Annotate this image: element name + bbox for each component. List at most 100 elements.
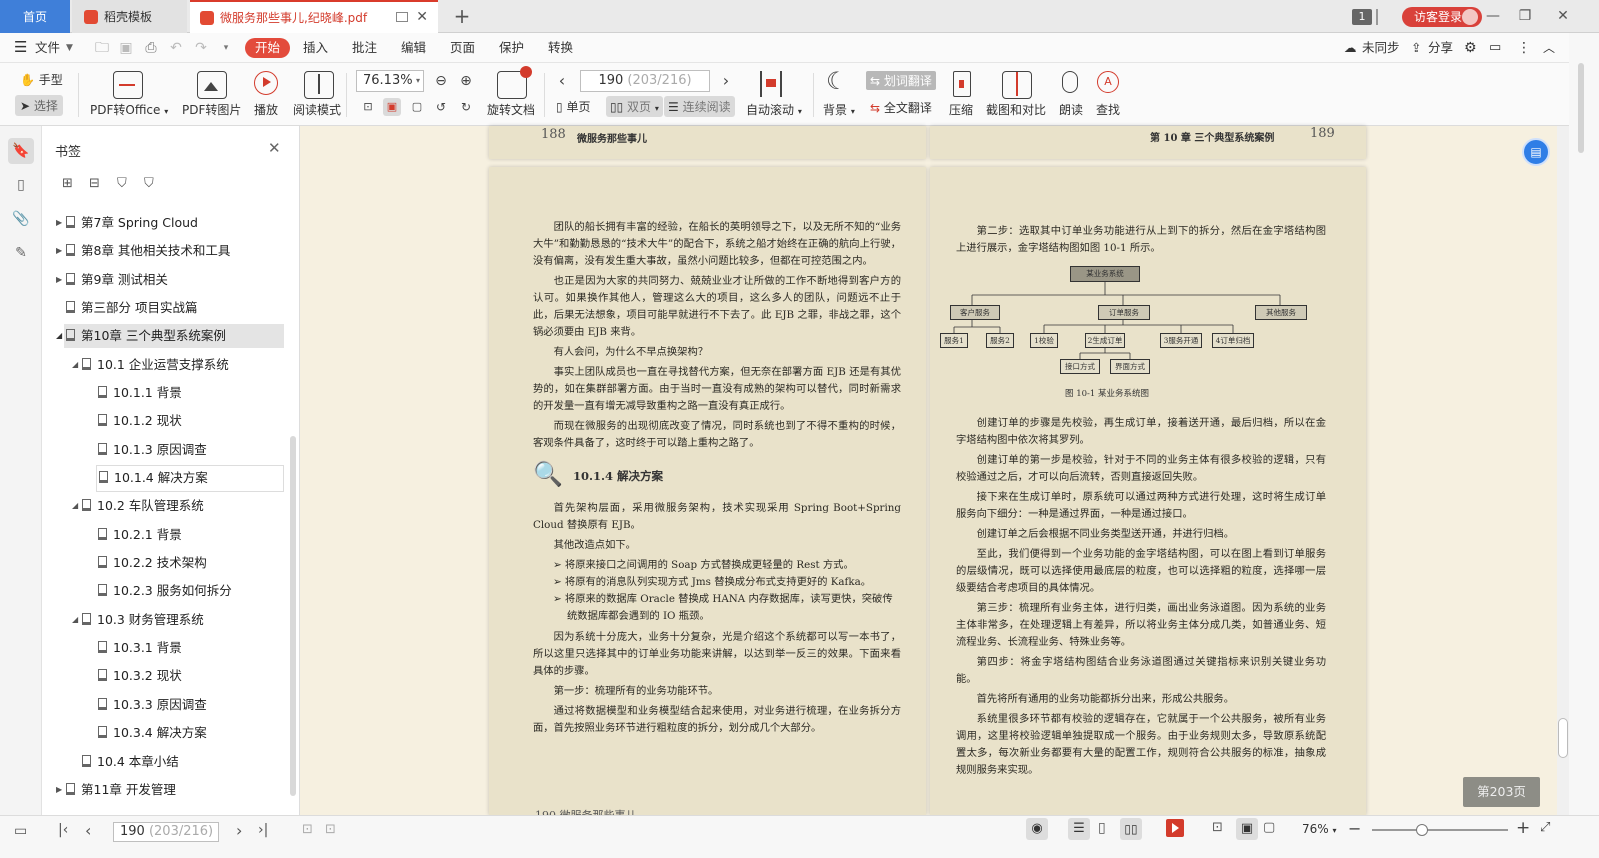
bookmark-item[interactable]: 10.2.3 服务如何拆分 (98, 579, 232, 603)
bookmark-item[interactable]: 10.2.1 背景 (98, 523, 182, 547)
menu-file[interactable]: 文件 (35, 38, 60, 58)
pdf-to-office-button[interactable]: PDF转Office ▾ (90, 101, 168, 118)
read-mode-button[interactable]: 阅读模式 (293, 101, 341, 118)
document-scrollbar[interactable] (1557, 126, 1569, 815)
bookmark-item[interactable]: 10.3.3 原因调查 (98, 693, 207, 717)
menu-start[interactable]: 开始 (245, 38, 291, 58)
screenshot-compare-button[interactable]: 截图和对比 (986, 101, 1046, 118)
fit-width-icon[interactable]: ▢ (408, 98, 426, 116)
bookmark-item[interactable]: 10.3.2 现状 (98, 664, 182, 688)
bookmark-scrollbar[interactable] (290, 436, 296, 796)
actual-size-icon[interactable]: ⊡ (1212, 820, 1223, 835)
minimize-icon[interactable]: — (1478, 6, 1508, 26)
bookmark-item[interactable]: 10.3.4 解决方案 (98, 721, 207, 745)
bookmark-panel-icon[interactable]: 🔖 (8, 138, 34, 164)
collapse-arrow-icon[interactable]: ◢ (72, 608, 78, 632)
collapse-arrow-icon[interactable]: ◢ (72, 494, 78, 518)
new-tab-button[interactable]: + (448, 4, 476, 30)
collapse-bookmark-icon[interactable]: ⛉ (144, 176, 154, 191)
select-tool[interactable]: ➤ 选择 (15, 95, 63, 116)
thumbnail-icon[interactable]: ▯ (8, 172, 34, 198)
redo-icon[interactable]: ↷ (193, 40, 209, 56)
bookmark-item[interactable]: ◢ 10.3 财务管理系统 (72, 608, 204, 632)
fit-page-icon[interactable]: ▣ (1236, 818, 1258, 840)
fit-width-icon[interactable]: ▢ (1263, 820, 1275, 835)
hamburger-icon[interactable]: ☰ (14, 37, 27, 57)
next-page-icon[interactable]: › (236, 821, 242, 840)
expand-arrow-icon[interactable]: ▶ (56, 239, 62, 263)
undo-icon[interactable]: ↶ (168, 40, 184, 56)
play-slideshow-icon[interactable] (1166, 819, 1184, 837)
menu-page[interactable]: 页面 (450, 38, 475, 58)
bookmark-item-selected[interactable]: ◢ 第10章 三个典型系统案例 (56, 324, 284, 348)
expand-arrow-icon[interactable]: ▶ (56, 211, 62, 235)
close-panel-icon[interactable]: ✕ (268, 139, 281, 157)
autoscroll-button[interactable]: 自动滚动 ▾ (746, 101, 802, 118)
single-page-button[interactable]: ▯ 单页 (556, 98, 590, 115)
print-icon[interactable]: ⎙ (143, 40, 159, 56)
play-button[interactable]: 播放 (254, 101, 278, 118)
bookmark-item[interactable]: 10.4 本章小结 (82, 750, 179, 774)
open-folder-icon[interactable]: 🗀 (94, 40, 110, 56)
bookmark-item[interactable]: 第三部分 项目实战篇 (66, 296, 197, 320)
more-icon[interactable]: ⋮ (1517, 38, 1531, 58)
sidebar-scroll-thumb[interactable] (1578, 63, 1584, 153)
tab-home[interactable]: 首页 (0, 0, 70, 33)
last-page-icon[interactable]: ›| (258, 822, 268, 838)
zoom-slider[interactable] (1372, 829, 1508, 831)
zoom-in-icon[interactable]: ⊕ (457, 72, 475, 90)
delete-bookmark-icon[interactable]: ⊟ (89, 176, 100, 191)
bookmark-item[interactable]: ▶ 第7章 Spring Cloud (56, 211, 198, 235)
bookmark-item[interactable]: ▶ 第8章 其他相关技术和工具 (56, 239, 230, 263)
restore-icon[interactable]: ❐ (1510, 6, 1540, 26)
fullscreen-icon[interactable]: ⤢ (1540, 820, 1550, 835)
single-view-icon[interactable]: ▯ (1098, 820, 1106, 836)
prev-page-icon[interactable]: ‹ (85, 821, 91, 840)
double-page-button[interactable]: ▯▯ 双页 ▾ (606, 96, 663, 117)
zoom-slider-thumb[interactable] (1416, 824, 1428, 836)
fit-page-icon[interactable]: ▣ (383, 98, 401, 116)
close-window-icon[interactable]: ✕ (1548, 6, 1578, 26)
chevron-down-icon[interactable]: ▼ (66, 38, 73, 58)
zoom-dropdown[interactable]: 76% ▾ (1302, 822, 1337, 836)
tab-template[interactable]: 稻壳模板 (72, 0, 187, 33)
scroll-thumb[interactable] (1558, 718, 1568, 758)
share-icon[interactable]: ⇪ (1411, 38, 1421, 58)
compress-button[interactable]: 压缩 (949, 101, 973, 118)
bookmark-item-hover[interactable]: 10.1.4 解决方案 (96, 465, 284, 492)
expand-arrow-icon[interactable]: ▶ (56, 778, 62, 802)
toggle-sidebar-icon[interactable]: ▭ (14, 823, 27, 839)
menu-protect[interactable]: 保护 (499, 38, 524, 58)
bookmark-item[interactable]: 10.1.2 现状 (98, 409, 182, 433)
save-icon[interactable]: ▣ (118, 40, 134, 56)
collapse-arrow-icon[interactable]: ◢ (72, 353, 78, 377)
continuous-view-icon[interactable]: ☰ (1068, 818, 1090, 840)
eye-protect-icon[interactable]: ◉ (1026, 818, 1048, 840)
bookmark-item[interactable]: ◢ 10.2 车队管理系统 (72, 494, 204, 518)
rotate-left-icon[interactable]: ↺ (432, 98, 450, 116)
double-view-icon[interactable]: ▯▯ (1120, 818, 1142, 840)
full-translate-button[interactable]: ⇆ 全文翻译 (870, 99, 932, 116)
rotate-doc-button[interactable]: 旋转文档 (487, 101, 535, 118)
bookmark-item[interactable]: 10.2.2 技术架构 (98, 551, 207, 575)
back-icon[interactable]: ⊡ (302, 822, 313, 837)
zoom-out-icon[interactable]: ⊖ (432, 72, 450, 90)
menu-annotate[interactable]: 批注 (352, 38, 377, 58)
settings-icon[interactable]: ⚙ (1464, 38, 1477, 58)
hand-tool[interactable]: ✋ 手型 (20, 71, 63, 88)
pdf-to-image-button[interactable]: PDF转图片 (182, 101, 241, 118)
zoom-input[interactable]: 76.13% ▾ (356, 70, 424, 92)
float-window-icon[interactable] (396, 12, 408, 22)
attachment-icon[interactable]: 📎 (8, 206, 34, 232)
document-viewport[interactable]: 188 微服务那些事儿 第 10 章 三个典型系统案例 189 团队的船长拥有丰… (300, 126, 1557, 815)
close-tab-icon[interactable]: ✕ (416, 9, 428, 25)
word-translate-button[interactable]: ⇆ 划词翻译 (866, 71, 936, 90)
bookmark-item[interactable]: ▶ 第9章 测试相关 (56, 268, 168, 292)
bookmark-item[interactable]: 10.1.3 原因调查 (98, 438, 207, 462)
read-aloud-button[interactable]: 朗读 (1059, 101, 1083, 118)
floating-tool-button[interactable]: ▤ (1522, 138, 1550, 166)
bookmark-item[interactable]: ▶ 第11章 开发管理 (56, 778, 176, 802)
window-count-badge[interactable]: 1 (1352, 9, 1372, 25)
zoom-in-icon[interactable]: + (1516, 818, 1530, 838)
chevron-down-icon[interactable]: ▾ (416, 71, 420, 91)
